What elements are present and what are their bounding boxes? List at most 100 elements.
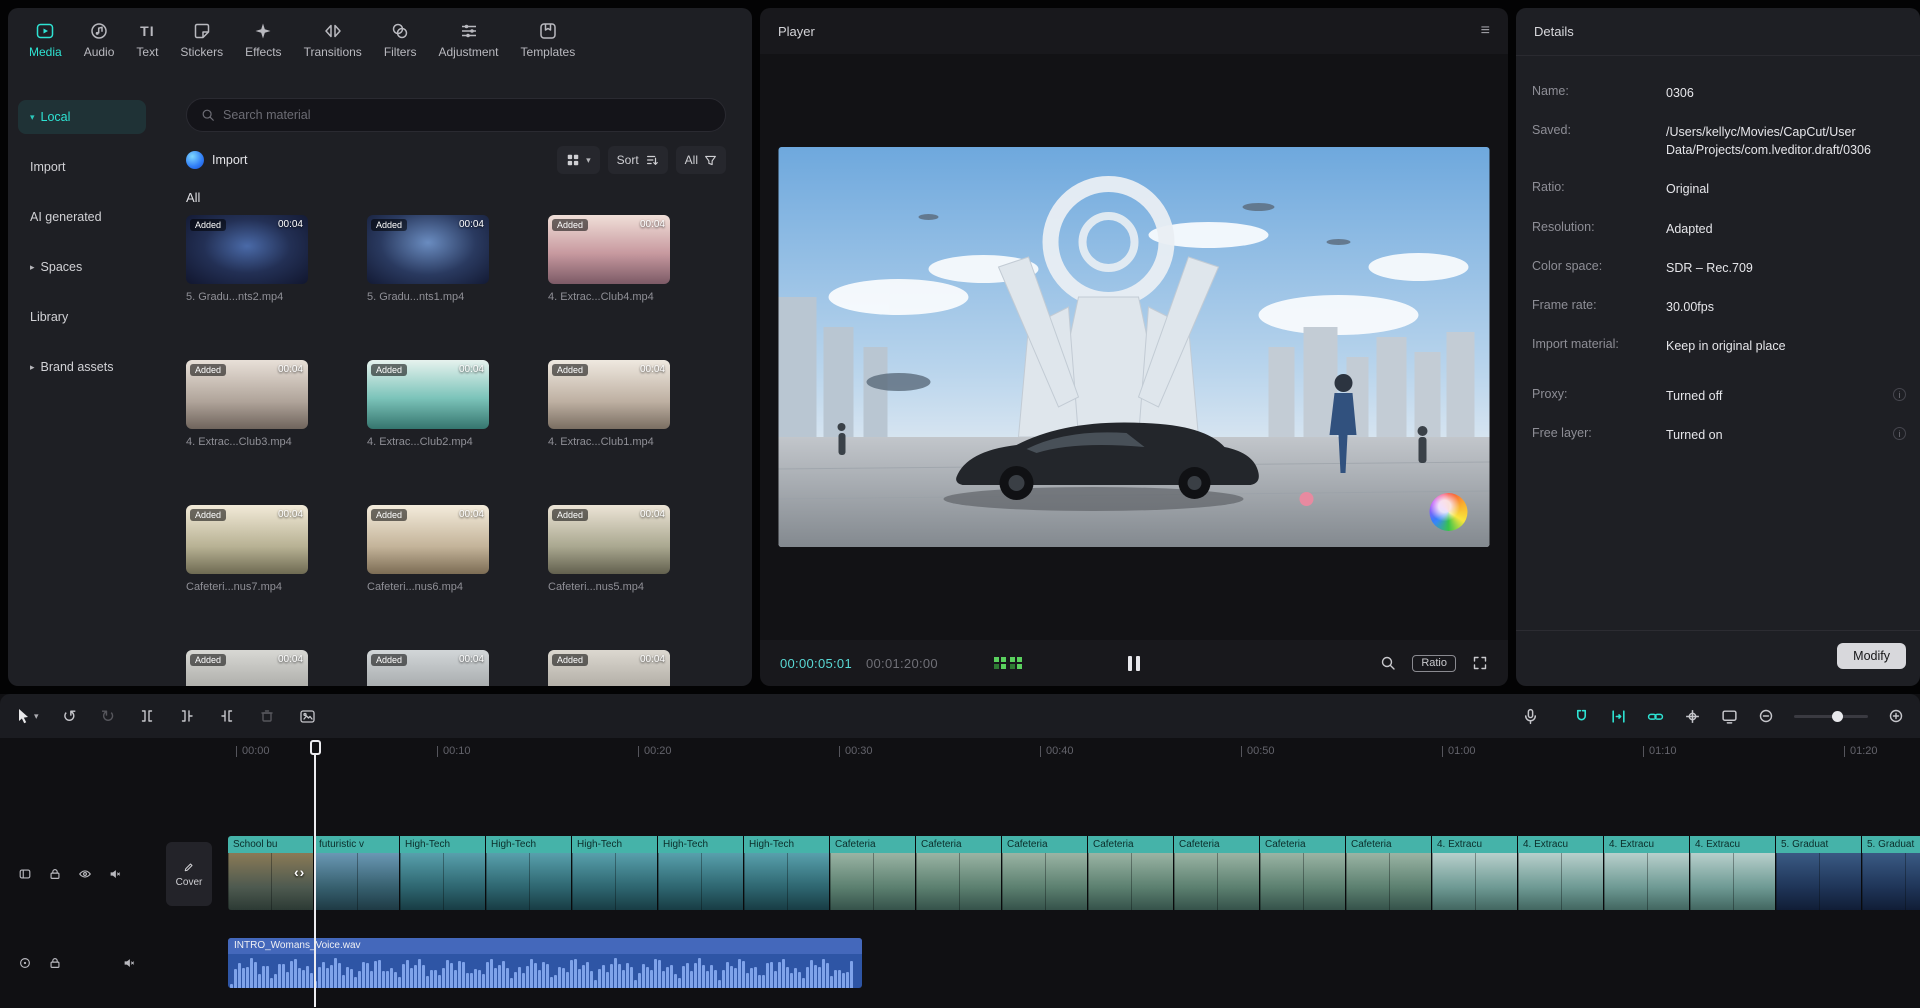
timeline-video-clip[interactable]: futuristic v	[314, 836, 400, 910]
media-clip[interactable]: Added 00:04 Cafeteri...nus6.mp4	[367, 505, 489, 593]
sort-button[interactable]: Sort	[607, 146, 668, 174]
timeline-video-clip[interactable]: Cafeteria	[916, 836, 1002, 910]
timeline-video-clip[interactable]: Cafeteria	[1346, 836, 1432, 910]
playhead[interactable]	[309, 740, 321, 1007]
timeline-video-clip[interactable]: Cafeteria	[1260, 836, 1346, 910]
sidebar-item-spaces[interactable]: ▸ Spaces	[18, 250, 146, 284]
media-clip-thumbnail[interactable]: Added 00:04	[186, 360, 308, 429]
tab-transitions[interactable]: Transitions	[293, 13, 373, 65]
lock-icon[interactable]	[48, 956, 62, 970]
extract-frame-button[interactable]	[299, 708, 316, 725]
timeline-ruler[interactable]: 00:00 00:10 00:20 00:30 00:40 00:50 01:00 01:10…	[0, 738, 1920, 768]
search-input[interactable]	[223, 108, 711, 122]
media-clip[interactable]: Added 00:04 4. Extrac...Club1.mp4	[548, 360, 670, 448]
media-clip-thumbnail[interactable]: Added 00:04	[548, 215, 670, 284]
media-clip[interactable]: Added 00:04 5. Gradu...nts2.mp4	[186, 215, 308, 303]
media-clip[interactable]: Added 00:04	[186, 650, 308, 686]
record-voiceover-icon[interactable]	[1522, 708, 1539, 725]
sidebar-item-library[interactable]: Library	[18, 300, 146, 334]
sidebar-item-brand-assets[interactable]: ▸ Brand assets	[18, 350, 146, 384]
sidebar-item-ai-generated[interactable]: AI generated	[18, 200, 146, 234]
eye-icon[interactable]	[78, 867, 92, 881]
main-track-magnet-toggle[interactable]	[1573, 708, 1590, 725]
media-clip-thumbnail[interactable]: Added 00:04	[367, 360, 489, 429]
audio-track-icon[interactable]	[18, 956, 32, 970]
ratio-button[interactable]: Ratio	[1412, 654, 1456, 672]
timeline-video-clip[interactable]: High-Tech	[572, 836, 658, 910]
audio-clip[interactable]: INTRO_Womans_Voice.wav	[228, 938, 862, 988]
media-clip-thumbnail[interactable]: Added 00:04	[186, 215, 308, 284]
track-thumbnail-icon[interactable]	[18, 867, 32, 881]
media-clip[interactable]: Added 00:04 Cafeteri...nus7.mp4	[186, 505, 308, 593]
playhead-handle[interactable]	[309, 740, 321, 755]
delete-right-button[interactable]	[219, 708, 235, 724]
timeline-video-clip[interactable]: Cafeteria	[1002, 836, 1088, 910]
timeline-video-clip[interactable]: Cafeteria	[1088, 836, 1174, 910]
redo-button[interactable]: ↻	[101, 708, 115, 725]
timeline-video-clip[interactable]: High-Tech	[486, 836, 572, 910]
media-clip[interactable]: Added 00:04 4. Extrac...Club4.mp4	[548, 215, 670, 303]
pause-button[interactable]	[1128, 655, 1140, 671]
tab-templates[interactable]: Templates	[510, 13, 587, 65]
cover-button[interactable]: Cover	[166, 842, 212, 906]
tab-media[interactable]: Media	[18, 13, 73, 65]
link-clips-toggle[interactable]	[1647, 708, 1664, 725]
media-clip-thumbnail[interactable]: Added 00:04	[367, 650, 489, 686]
mute-icon[interactable]	[108, 867, 122, 881]
zoom-out-icon[interactable]	[1758, 708, 1774, 724]
sidebar-item-local[interactable]: ▾ Local	[18, 100, 146, 134]
import-button[interactable]: Import	[186, 151, 247, 169]
lock-icon[interactable]	[48, 867, 62, 881]
timeline-video-clip[interactable]: Cafeteria	[830, 836, 916, 910]
mute-icon[interactable]	[122, 956, 136, 970]
media-clip[interactable]: Added 00:04	[548, 650, 670, 686]
media-clip-thumbnail[interactable]: Added 00:04	[186, 505, 308, 574]
timeline-zoom-slider[interactable]	[1794, 710, 1868, 722]
delete-left-button[interactable]	[179, 708, 195, 724]
zoom-in-icon[interactable]	[1888, 708, 1904, 724]
clip-trim-handles[interactable]: ‹›	[294, 864, 305, 880]
tab-adjustment[interactable]: Adjustment	[427, 13, 509, 65]
media-clip[interactable]: Added 00:04 4. Extrac...Club2.mp4	[367, 360, 489, 448]
auto-snapping-toggle[interactable]	[1610, 708, 1627, 725]
tab-effects[interactable]: Effects	[234, 13, 292, 65]
select-tool-button[interactable]: ▾	[16, 708, 39, 724]
media-clip-thumbnail[interactable]: Added 00:04	[186, 650, 308, 686]
media-clip-thumbnail[interactable]: Added 00:04	[367, 505, 489, 574]
tab-audio[interactable]: Audio	[73, 13, 126, 65]
adjust-track-height-icon[interactable]	[1721, 708, 1738, 725]
media-clip[interactable]: Added 00:04 5. Gradu...nts1.mp4	[367, 215, 489, 303]
media-clip-thumbnail[interactable]: Added 00:04	[548, 650, 670, 686]
tab-text[interactable]: TI Text	[125, 13, 169, 65]
media-clip-thumbnail[interactable]: Added 00:04	[548, 360, 670, 429]
timeline-video-clip[interactable]: High-Tech	[744, 836, 830, 910]
preview-axis-toggle[interactable]	[1684, 708, 1701, 725]
info-icon[interactable]	[1893, 427, 1906, 441]
media-clip[interactable]: Added 00:04	[367, 650, 489, 686]
timeline-video-clip[interactable]: 5. Graduat	[1862, 836, 1920, 910]
filter-all-button[interactable]: All	[675, 146, 726, 174]
media-clip-thumbnail[interactable]: Added 00:04	[367, 215, 489, 284]
tab-stickers[interactable]: Stickers	[169, 13, 234, 65]
player-menu-icon[interactable]: ≡	[1481, 22, 1490, 40]
info-icon[interactable]	[1893, 388, 1906, 401]
fullscreen-icon[interactable]	[1472, 655, 1488, 671]
timeline-video-clip[interactable]: 4. Extracu	[1604, 836, 1690, 910]
timeline-video-clip[interactable]: 4. Extracu	[1690, 836, 1776, 910]
media-clip[interactable]: Added 00:04 Cafeteri...nus5.mp4	[548, 505, 670, 593]
split-button[interactable]	[139, 708, 155, 724]
modify-button[interactable]: Modify	[1837, 643, 1906, 669]
timeline-video-clip[interactable]: 4. Extracu	[1432, 836, 1518, 910]
timeline-video-clip[interactable]: High-Tech	[400, 836, 486, 910]
video-preview[interactable]	[778, 147, 1490, 547]
delete-button[interactable]	[259, 708, 275, 724]
view-mode-button[interactable]: ▾	[557, 146, 600, 174]
zoom-slider-handle[interactable]	[1832, 710, 1843, 722]
search-bar[interactable]	[186, 98, 726, 132]
timeline-video-clip[interactable]: 5. Graduat	[1776, 836, 1862, 910]
timeline-video-clip[interactable]: 4. Extracu	[1518, 836, 1604, 910]
media-clip[interactable]: Added 00:04 4. Extrac...Club3.mp4	[186, 360, 308, 448]
timeline-video-clip[interactable]: High-Tech	[658, 836, 744, 910]
tab-filters[interactable]: Filters	[373, 13, 428, 65]
undo-button[interactable]: ↺	[63, 708, 77, 725]
